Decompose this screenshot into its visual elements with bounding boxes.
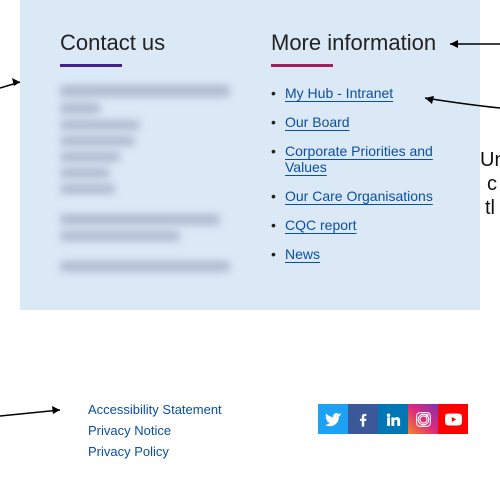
list-item: My Hub - Intranet [271,85,442,101]
link-privacy-notice[interactable]: Privacy Notice [88,421,222,442]
footer-panel: Contact us More information My Hub - Int… [20,0,480,310]
moreinfo-links-list: My Hub - Intranet Our Board Corporate Pr… [271,85,442,262]
link-news[interactable]: News [285,246,320,262]
annotation-text: c [487,172,497,196]
moreinfo-heading: More information [271,30,442,56]
link-my-hub[interactable]: My Hub - Intranet [285,85,393,101]
link-our-board[interactable]: Our Board [285,114,350,130]
list-item: Our Board [271,114,442,130]
contact-column: Contact us [60,30,231,290]
contact-address-blurred [60,85,231,272]
annotation-text: Un [480,148,500,172]
list-item: Corporate Priorities and Values [271,143,442,175]
list-item: News [271,246,442,262]
heading-underline-magenta [271,64,333,67]
list-item: Our Care Organisations [271,188,442,204]
twitter-icon[interactable] [318,404,348,434]
link-accessibility[interactable]: Accessibility Statement [88,400,222,421]
link-privacy-policy[interactable]: Privacy Policy [88,442,222,463]
moreinfo-column: More information My Hub - Intranet Our B… [271,30,442,290]
instagram-icon[interactable] [408,404,438,434]
link-cqc[interactable]: CQC report [285,217,357,233]
contact-heading: Contact us [60,30,231,56]
link-priorities[interactable]: Corporate Priorities and Values [285,143,433,175]
linkedin-icon[interactable] [378,404,408,434]
link-care-orgs[interactable]: Our Care Organisations [285,188,433,204]
facebook-icon[interactable] [348,404,378,434]
social-icons [318,404,468,434]
youtube-icon[interactable] [438,404,468,434]
list-item: CQC report [271,217,442,233]
bottom-links: Accessibility Statement Privacy Notice P… [88,400,222,462]
annotation-text: tl [485,196,495,220]
heading-underline-purple [60,64,122,67]
